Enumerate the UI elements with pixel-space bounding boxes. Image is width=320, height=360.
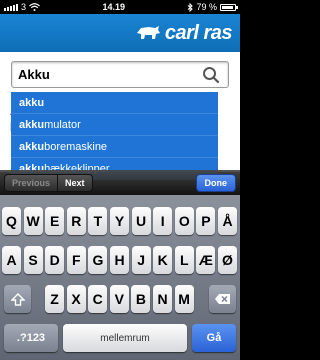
key-å[interactable]: Å <box>218 207 237 235</box>
search-box[interactable] <box>11 61 229 88</box>
status-bar: 3 14.19 79 % <box>0 0 240 14</box>
key-o[interactable]: O <box>174 207 194 235</box>
keyboard-row-2: ASDFGHJKLÆØ <box>0 246 240 274</box>
signal-strength-icon <box>4 3 18 11</box>
key-g[interactable]: G <box>88 246 108 274</box>
key-w[interactable]: W <box>23 207 43 235</box>
logo-text: carl ras <box>164 21 233 44</box>
key-k[interactable]: K <box>153 246 173 274</box>
go-key[interactable]: Gå <box>192 324 236 352</box>
bull-logo-icon <box>136 26 160 39</box>
suggestion-match: akku <box>19 96 45 109</box>
numbers-key[interactable]: .?123 <box>4 324 58 352</box>
key-i[interactable]: I <box>153 207 173 235</box>
keyboard-row-1: QWERTYUIOPÅ <box>0 207 240 235</box>
wifi-icon <box>29 3 40 11</box>
carl-ras-logo[interactable]: carl ras <box>135 20 233 46</box>
autocomplete-item[interactable]: akku mulator <box>11 114 218 136</box>
key-y[interactable]: Y <box>110 207 129 235</box>
key-ø[interactable]: Ø <box>218 246 237 274</box>
key-l[interactable]: L <box>174 246 194 274</box>
key-c[interactable]: C <box>88 285 108 313</box>
status-left: 3 <box>4 2 40 12</box>
key-z[interactable]: Z <box>45 285 64 313</box>
key-u[interactable]: U <box>131 207 151 235</box>
autocomplete-item[interactable]: akku boremaskine <box>11 136 218 158</box>
autocomplete-item[interactable]: akku <box>11 92 218 114</box>
previous-button[interactable]: Previous <box>5 174 59 191</box>
shift-key[interactable] <box>4 285 31 313</box>
battery-level <box>222 5 234 9</box>
shift-icon <box>10 292 25 306</box>
backspace-key[interactable] <box>209 285 236 313</box>
key-j[interactable]: J <box>131 246 151 274</box>
key-a[interactable]: A <box>2 246 21 274</box>
next-button[interactable]: Next <box>58 175 92 191</box>
site-header: carl ras <box>0 14 240 52</box>
key-d[interactable]: D <box>45 246 65 274</box>
search-input[interactable] <box>18 64 188 85</box>
keyboard-row-3: ZXCVBNM <box>0 285 240 313</box>
keyboard-row-4: .?123 mellemrum Gå <box>0 324 240 352</box>
space-key[interactable]: mellemrum <box>63 324 187 352</box>
key-b[interactable]: B <box>131 285 151 313</box>
backspace-icon <box>215 294 230 304</box>
suggestion-rest: boremaskine <box>44 140 108 153</box>
carrier-label: 3 <box>21 2 27 12</box>
prev-next-control: Previous Next <box>4 173 93 192</box>
status-time: 14.19 <box>102 2 126 12</box>
form-assistant-toolbar: Previous Next Done <box>0 170 240 195</box>
keyboard: QWERTYUIOPÅ ASDFGHJKLÆØ ZXCVBNM .?123 me… <box>0 195 240 360</box>
battery-icon <box>220 3 238 11</box>
key-v[interactable]: V <box>109 285 129 313</box>
suggestion-match: akku <box>19 140 45 153</box>
suggestion-rest: mulator <box>44 118 81 131</box>
key-q[interactable]: Q <box>2 207 21 235</box>
key-æ[interactable]: Æ <box>196 246 216 274</box>
key-f[interactable]: F <box>66 246 86 274</box>
suggestion-match: akku <box>19 118 45 131</box>
key-x[interactable]: X <box>66 285 86 313</box>
key-e[interactable]: E <box>45 207 65 235</box>
bluetooth-icon <box>188 2 194 12</box>
battery-percent: 79 % <box>196 2 217 12</box>
key-h[interactable]: H <box>110 246 129 274</box>
key-t[interactable]: T <box>88 207 108 235</box>
done-button[interactable]: Done <box>195 173 236 192</box>
search-icon[interactable] <box>202 66 220 84</box>
status-right: 79 % <box>187 2 238 12</box>
key-m[interactable]: M <box>174 285 194 313</box>
key-r[interactable]: R <box>66 207 86 235</box>
key-n[interactable]: N <box>153 285 172 313</box>
key-s[interactable]: S <box>23 246 43 274</box>
autocomplete-list: akku akku mulator akku boremaskine akku hæk… <box>11 92 218 180</box>
key-p[interactable]: P <box>196 207 216 235</box>
